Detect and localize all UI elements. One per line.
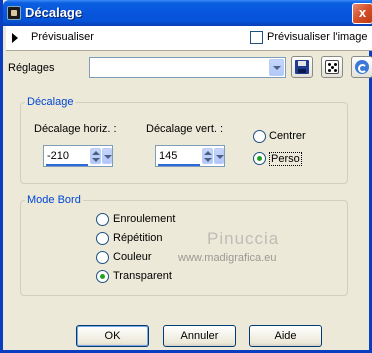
chevron-down-icon[interactable] xyxy=(102,148,112,164)
help-button[interactable]: Aide xyxy=(249,325,322,347)
offset-group-title: Décalage xyxy=(25,96,76,108)
radio-repetition[interactable] xyxy=(96,232,109,245)
radio-perso-label[interactable]: Perso xyxy=(269,152,302,166)
radio-repetition-label[interactable]: Répétition xyxy=(113,232,163,244)
dialog-window: Décalage x Prévisualiser Prévisualiser l… xyxy=(0,0,372,353)
radio-perso[interactable] xyxy=(253,152,266,165)
offset-group xyxy=(20,102,348,184)
randomize-button[interactable] xyxy=(321,56,343,78)
radio-enroulement-label[interactable]: Enroulement xyxy=(113,213,175,225)
radio-centrer-label[interactable]: Centrer xyxy=(269,130,306,142)
horizontal-offset-spinner[interactable]: -210 xyxy=(43,145,113,167)
ok-button[interactable]: OK xyxy=(76,325,149,347)
vertical-offset-value[interactable]: 145 xyxy=(159,150,177,162)
chevron-down-icon[interactable] xyxy=(269,59,284,76)
radio-couleur[interactable] xyxy=(96,251,109,264)
radio-transparent-label[interactable]: Transparent xyxy=(113,270,172,282)
radio-transparent[interactable] xyxy=(96,270,109,283)
title-bar[interactable]: Décalage x xyxy=(3,0,372,26)
triangle-right-icon[interactable] xyxy=(12,33,18,43)
reset-button[interactable] xyxy=(351,56,372,78)
slider-bar[interactable] xyxy=(46,164,88,166)
horizontal-offset-value[interactable]: -210 xyxy=(47,150,69,162)
window-title: Décalage xyxy=(25,5,83,20)
edge-mode-group-title: Mode Bord xyxy=(25,194,83,206)
chevron-down-icon[interactable] xyxy=(214,148,224,164)
spin-arrows-icon[interactable] xyxy=(90,148,101,164)
preview-image-label[interactable]: Prévisualiser l'image xyxy=(267,31,368,43)
vertical-offset-spinner[interactable]: 145 xyxy=(155,145,225,167)
reset-icon xyxy=(355,60,369,74)
app-icon xyxy=(7,6,21,20)
floppy-disk-icon xyxy=(295,60,309,74)
divider xyxy=(6,50,372,51)
watermark-site: www.madigrafica.eu xyxy=(178,252,277,264)
preview-bar: Prévisualiser Prévisualiser l'image xyxy=(6,26,372,50)
edge-mode-group xyxy=(20,200,348,296)
preview-image-checkbox[interactable] xyxy=(250,31,263,44)
close-button[interactable]: x xyxy=(352,3,372,24)
presets-combo[interactable] xyxy=(89,57,286,78)
presets-label: Réglages xyxy=(8,62,55,74)
dice-icon xyxy=(325,60,339,74)
spin-arrows-icon[interactable] xyxy=(202,148,213,164)
radio-enroulement[interactable] xyxy=(96,213,109,226)
save-preset-button[interactable] xyxy=(291,56,313,78)
vertical-offset-label: Décalage vert. : xyxy=(146,123,224,135)
horizontal-offset-label: Décalage horiz. : xyxy=(34,123,117,135)
cancel-button[interactable]: Annuler xyxy=(163,325,236,347)
slider-bar[interactable] xyxy=(158,164,200,166)
watermark-name: Pinuccia xyxy=(207,229,280,248)
radio-centrer[interactable] xyxy=(253,130,266,143)
preview-label[interactable]: Prévisualiser xyxy=(31,31,94,43)
radio-couleur-label[interactable]: Couleur xyxy=(113,251,152,263)
